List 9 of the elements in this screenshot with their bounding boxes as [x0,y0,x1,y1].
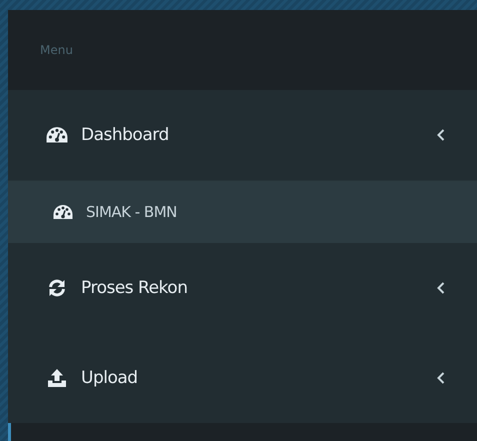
chevron-left-icon [437,372,445,384]
gauge-icon [46,126,68,144]
menu-header: Menu [40,43,73,57]
chevron-left-icon [437,129,445,141]
refresh-icon [47,278,67,298]
upload-icon [47,368,67,388]
chevron-left-icon [437,282,445,294]
submenu-item[interactable]: SIMAK - BMN [8,180,477,243]
gauge-icon [53,204,73,220]
